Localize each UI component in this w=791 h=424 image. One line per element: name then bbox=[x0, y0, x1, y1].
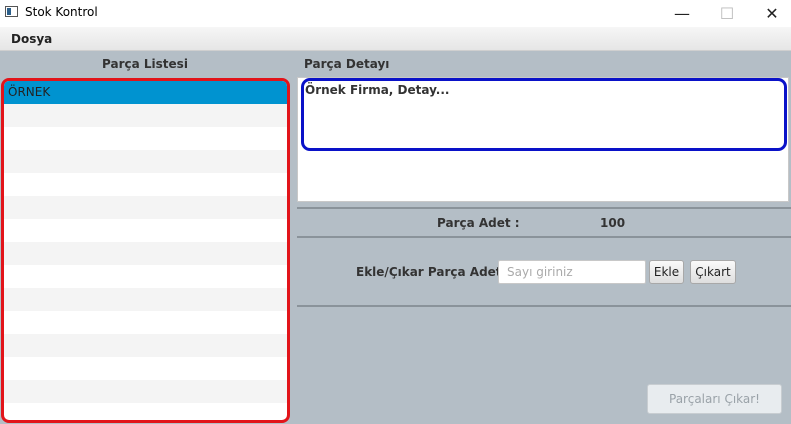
list-item-empty bbox=[4, 127, 287, 150]
quantity-input[interactable] bbox=[498, 260, 646, 284]
parts-list[interactable]: ÖRNEK bbox=[1, 78, 290, 423]
remove-button[interactable]: Çıkart bbox=[690, 260, 736, 284]
menu-bar: Dosya bbox=[0, 27, 791, 51]
list-item-empty bbox=[4, 173, 287, 196]
window-title: Stok Kontrol bbox=[25, 5, 98, 19]
minimize-icon[interactable]: — bbox=[659, 0, 705, 27]
divider bbox=[297, 305, 791, 307]
list-item-empty bbox=[4, 311, 287, 334]
list-item-empty bbox=[4, 334, 287, 357]
part-count-value: 100 bbox=[600, 216, 626, 230]
list-item-empty bbox=[4, 150, 287, 173]
list-item-empty bbox=[4, 219, 287, 242]
maximize-icon[interactable]: ☐ bbox=[704, 0, 750, 27]
list-item-empty bbox=[4, 380, 287, 403]
add-button[interactable]: Ekle bbox=[649, 260, 684, 284]
list-item-empty bbox=[4, 196, 287, 219]
list-item[interactable]: ÖRNEK bbox=[4, 81, 287, 104]
parts-list-header: Parça Listesi bbox=[102, 57, 188, 71]
app-window-icon bbox=[5, 6, 18, 17]
part-count-label: Parça Adet : bbox=[437, 216, 520, 230]
main-content: Parça Listesi ÖRNEK Parça Detayı Örnek F… bbox=[0, 51, 791, 424]
list-item-empty bbox=[4, 242, 287, 265]
part-detail-header: Parça Detayı bbox=[304, 57, 390, 71]
remove-parts-button[interactable]: Parçaları Çıkar! bbox=[647, 384, 782, 414]
list-item-empty bbox=[4, 288, 287, 311]
part-detail-text: Örnek Firma, Detay... bbox=[305, 83, 450, 97]
list-item-empty bbox=[4, 104, 287, 127]
list-item-empty bbox=[4, 403, 287, 420]
divider bbox=[297, 207, 791, 209]
title-bar: Stok Kontrol — ☐ ✕ bbox=[0, 0, 791, 27]
divider bbox=[297, 236, 791, 238]
list-item-empty bbox=[4, 357, 287, 380]
close-icon[interactable]: ✕ bbox=[749, 0, 791, 27]
add-remove-label: Ekle/Çıkar Parça Adet : bbox=[356, 265, 511, 279]
menu-dosya[interactable]: Dosya bbox=[11, 32, 52, 46]
list-item-empty bbox=[4, 265, 287, 288]
